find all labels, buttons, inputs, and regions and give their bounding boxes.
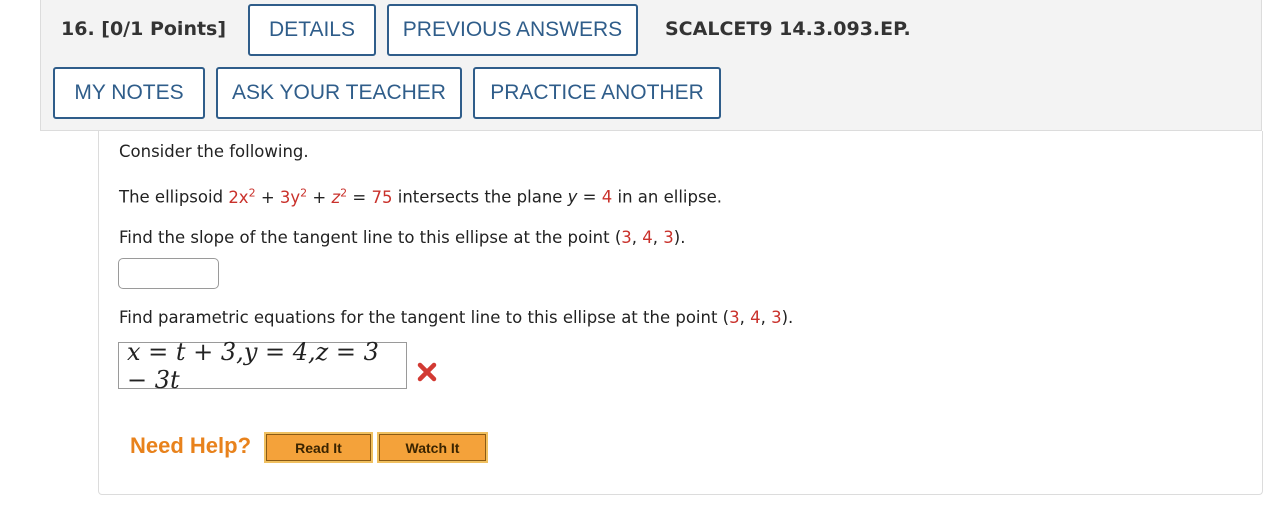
part1-post: ). [673, 228, 686, 247]
part2-pre: Find parametric equations for the tangen… [119, 308, 730, 327]
point-y: 4 [642, 228, 653, 247]
problem-statement: The ellipsoid 2x2 + 3y2 + z2 = 75 inters… [119, 186, 722, 207]
eq-plus: + [307, 187, 332, 207]
watch-it-button[interactable]: Watch It [377, 432, 488, 463]
need-help-label: Need Help? [130, 433, 252, 458]
statement-mid: intersects the plane [392, 187, 568, 207]
point-x: 3 [729, 308, 740, 327]
point-sep: , [652, 228, 664, 247]
point-z: 3 [771, 308, 782, 327]
eq-rhs: 75 [371, 187, 393, 207]
slope-answer-input[interactable] [118, 258, 219, 289]
eq-term-b: 3y [279, 187, 301, 207]
point-sep: , [760, 308, 772, 327]
question-number-points: 16. [0/1 Points] [61, 18, 227, 40]
read-it-button[interactable]: Read It [264, 432, 373, 463]
equation: 2x2 + 3y2 + z2 = 75 [228, 186, 393, 207]
point-z: 3 [663, 228, 674, 247]
previous-answers-button[interactable]: PREVIOUS ANSWERS [387, 4, 638, 56]
plane-equals: = [577, 187, 602, 207]
point-sep: , [739, 308, 751, 327]
ask-your-teacher-button[interactable]: ASK YOUR TEACHER [216, 67, 462, 119]
eq-exp-a: 2 [248, 186, 256, 199]
problem-code: SCALCET9 14.3.093.EP. [665, 18, 911, 40]
point-y: 4 [750, 308, 761, 327]
parametric-answer-input[interactable]: x = t + 3,y = 4,z = 3 − 3t [118, 338, 407, 394]
eq-term-a: 2x [228, 187, 249, 207]
point-sep: , [631, 228, 643, 247]
statement-post: in an ellipse. [612, 187, 722, 207]
statement-pre: The ellipsoid [119, 187, 229, 207]
point-x: 3 [621, 228, 632, 247]
plane-variable: y [567, 187, 578, 207]
plane-value: 4 [601, 187, 613, 207]
part2-post: ). [781, 308, 794, 327]
my-notes-button[interactable]: MY NOTES [53, 67, 205, 119]
part2-prompt: Find parametric equations for the tangen… [119, 308, 793, 327]
eq-term-c: z [331, 187, 341, 207]
eq-equals: = [347, 187, 372, 207]
eq-plus: + [255, 187, 280, 207]
details-button[interactable]: DETAILS [248, 4, 376, 56]
incorrect-x-icon [417, 362, 437, 382]
practice-another-button[interactable]: PRACTICE ANOTHER [473, 67, 721, 119]
part1-pre: Find the slope of the tangent line to th… [119, 228, 622, 247]
part1-prompt: Find the slope of the tangent line to th… [119, 228, 685, 247]
intro-text: Consider the following. [119, 142, 309, 161]
